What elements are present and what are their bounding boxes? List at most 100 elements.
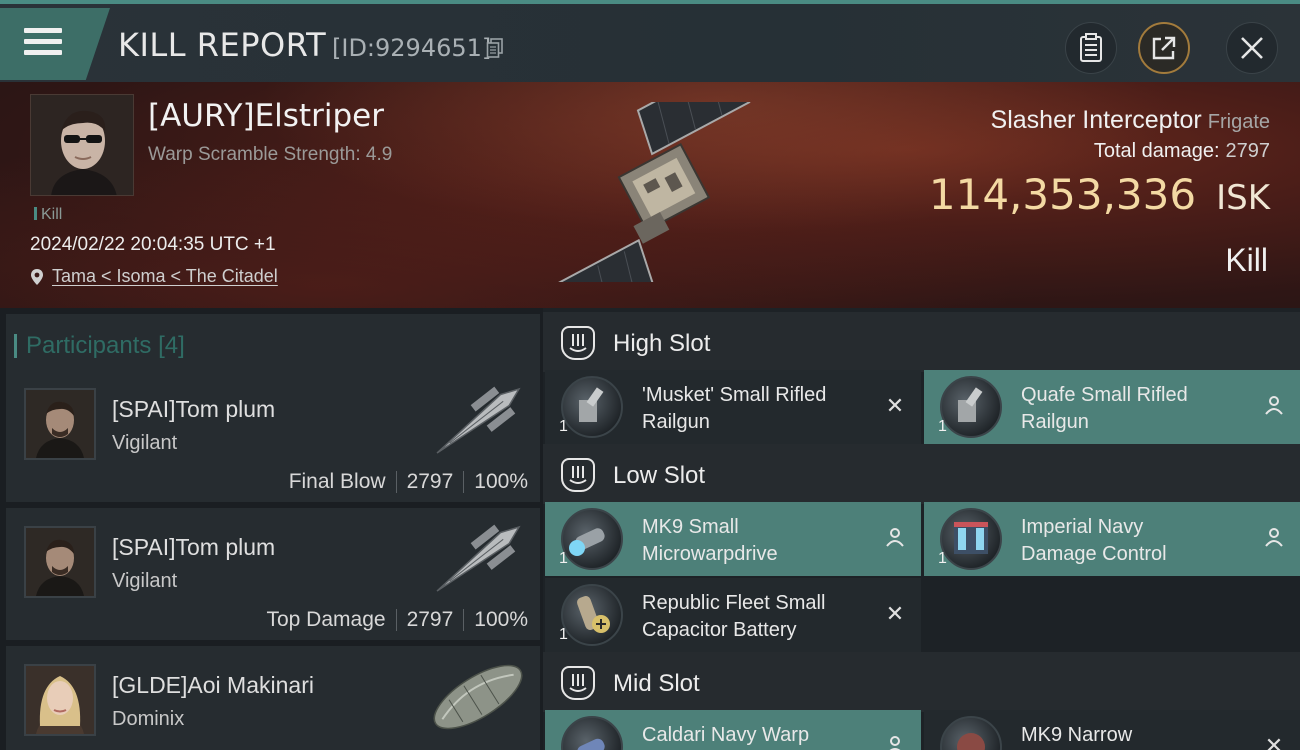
isk-unit: ISK: [1216, 178, 1270, 218]
close-button[interactable]: [1226, 22, 1278, 74]
module-item[interactable]: 1 Imperial Navy Damage Control: [924, 502, 1300, 576]
module-name: 'Musket' Small Rifled Railgun: [642, 384, 827, 433]
participant-ship-image: [433, 664, 523, 730]
isk-amount: 114,353,336: [928, 170, 1197, 219]
narrow-module-icon: [940, 716, 1002, 750]
participant-avatar[interactable]: [24, 388, 96, 460]
participant-card[interactable]: [SPAI]Tom plum Vigilant Final Blow 2797 …: [6, 370, 540, 502]
shield-slot-icon: [561, 458, 595, 492]
victim-ship-image[interactable]: [520, 102, 790, 282]
participant-ship-image: [436, 524, 521, 592]
kill-timestamp: 2024/02/22 20:04:35 UTC +1: [30, 234, 276, 255]
module-item[interactable]: 1 Quafe Small Rifled Railgun: [924, 370, 1300, 444]
low-slot-header: Low Slot: [543, 444, 1300, 504]
module-qty: 1: [559, 550, 568, 567]
participant-damage: 2797: [406, 608, 454, 631]
module-item[interactable]: MK9 Narrow ✕: [924, 710, 1300, 750]
hamburger-menu-icon[interactable]: [24, 28, 62, 58]
participant-name[interactable]: [GLDE]Aoi Makinari: [112, 672, 314, 699]
module-qty: 1: [938, 418, 947, 435]
close-icon: [1241, 37, 1263, 59]
module-name: MK9 Narrow: [1021, 724, 1133, 746]
participant-card[interactable]: [SPAI]Tom plum Vigilant Top Damage 2797 …: [6, 508, 540, 640]
participant-avatar[interactable]: [24, 664, 96, 736]
participants-header[interactable]: Participants [4]: [6, 314, 540, 370]
participant-name[interactable]: [SPAI]Tom plum: [112, 396, 275, 423]
mid-slot-title: Mid Slot: [613, 670, 700, 697]
location-text[interactable]: Tama < Isoma < The Citadel: [52, 266, 278, 287]
participant-stats: Top Damage 2797 100%: [266, 608, 528, 632]
participants-count: [4]: [158, 332, 185, 359]
participant-ship: Dominix: [112, 708, 185, 730]
menu-button[interactable]: [0, 8, 110, 80]
module-name: Quafe Small Rifled Railgun: [1021, 384, 1188, 433]
person-icon: [1262, 394, 1286, 418]
victim-avatar[interactable]: [30, 94, 134, 196]
module-name: Caldari Navy Warp: [642, 724, 810, 746]
destroyed-icon: ✕: [1264, 733, 1284, 750]
participant-role: Top Damage: [266, 608, 386, 631]
participant-ship: Vigilant: [112, 432, 178, 454]
total-damage-label: Total damage:: [1093, 140, 1220, 162]
copy-icon[interactable]: [486, 38, 504, 58]
participant-portrait-icon: [26, 666, 94, 734]
person-icon: [883, 526, 907, 550]
module-name: MK9 Small Microwarpdrive: [642, 516, 778, 565]
participant-card[interactable]: [GLDE]Aoi Makinari Dominix: [6, 646, 540, 750]
person-icon: [883, 734, 907, 750]
clipboard-icon: [1080, 33, 1102, 62]
participants-title: Participants [4]: [14, 332, 185, 360]
report-id: [ID:9294651]: [332, 34, 492, 62]
participant-role: Final Blow: [288, 470, 386, 493]
module-item[interactable]: 1 Republic Fleet Small Capacitor Battery …: [545, 578, 921, 652]
page-title: KILL REPORT: [118, 26, 327, 64]
mid-slot-header: Mid Slot: [543, 652, 1300, 712]
railgun-icon: [561, 376, 623, 438]
module-name: Republic Fleet Small Capacitor Battery: [642, 592, 826, 641]
ship-class: Frigate: [1207, 111, 1270, 133]
victim-name[interactable]: [AURY]Elstriper: [148, 98, 384, 134]
module-name: Imperial Navy Damage Control: [1021, 516, 1167, 565]
person-icon: [1262, 526, 1286, 550]
module-item[interactable]: 1 MK9 Small Microwarpdrive: [545, 502, 921, 576]
participant-portrait-icon: [26, 390, 94, 458]
low-slot-title: Low Slot: [613, 462, 706, 489]
high-slot-header: High Slot: [543, 312, 1300, 372]
participants-panel: Participants [4] [SPAI]Tom plum Vigilant: [0, 308, 543, 750]
fittings-panel: High Slot 1 'Musket' Small Rifled Railgun…: [543, 308, 1300, 750]
clipboard-button[interactable]: [1065, 22, 1117, 74]
destroyed-icon: ✕: [885, 393, 905, 418]
isk-value: 114,353,336 ISK: [929, 170, 1270, 219]
kill-tag: Kill: [34, 206, 62, 224]
share-button[interactable]: [1138, 22, 1190, 74]
victim-ship-name[interactable]: Slasher Interceptor Frigate: [991, 106, 1270, 135]
module-qty: 1: [938, 550, 947, 567]
module-item[interactable]: 1 'Musket' Small Rifled Railgun ✕: [545, 370, 921, 444]
warp-scramble-strength: Warp Scramble Strength: 4.9: [148, 144, 393, 165]
high-slot-title: High Slot: [613, 330, 711, 357]
location-link[interactable]: Tama < Isoma < The Citadel: [30, 266, 278, 287]
participant-ship-image: [436, 386, 521, 454]
warp-module-icon: [561, 716, 623, 750]
module-qty: 1: [559, 626, 568, 643]
kill-report-screen: KILL REPORT [ID:9294651] [AURY]Elstriper…: [0, 0, 1300, 750]
participants-title-text: Participants: [26, 332, 152, 359]
total-damage: Total damage: 2797: [1094, 140, 1270, 163]
location-pin-icon: [31, 268, 43, 285]
destroyed-icon: ✕: [885, 601, 905, 626]
railgun-icon: [940, 376, 1002, 438]
total-damage-value: 2797: [1225, 140, 1271, 162]
participant-ship: Vigilant: [112, 570, 178, 592]
participant-avatar[interactable]: [24, 526, 96, 598]
ship-name-text: Slasher Interceptor: [990, 106, 1202, 134]
shield-slot-icon: [561, 326, 595, 360]
participant-damage: 2797: [406, 470, 454, 493]
share-icon: [1152, 36, 1176, 60]
participant-name[interactable]: [SPAI]Tom plum: [112, 534, 275, 561]
microwarpdrive-icon: [561, 508, 623, 570]
module-qty: 1: [559, 418, 568, 435]
shield-slot-icon: [561, 666, 595, 700]
participant-percent: 100%: [474, 470, 528, 493]
participant-percent: 100%: [474, 608, 528, 631]
module-item[interactable]: Caldari Navy Warp: [545, 710, 921, 750]
